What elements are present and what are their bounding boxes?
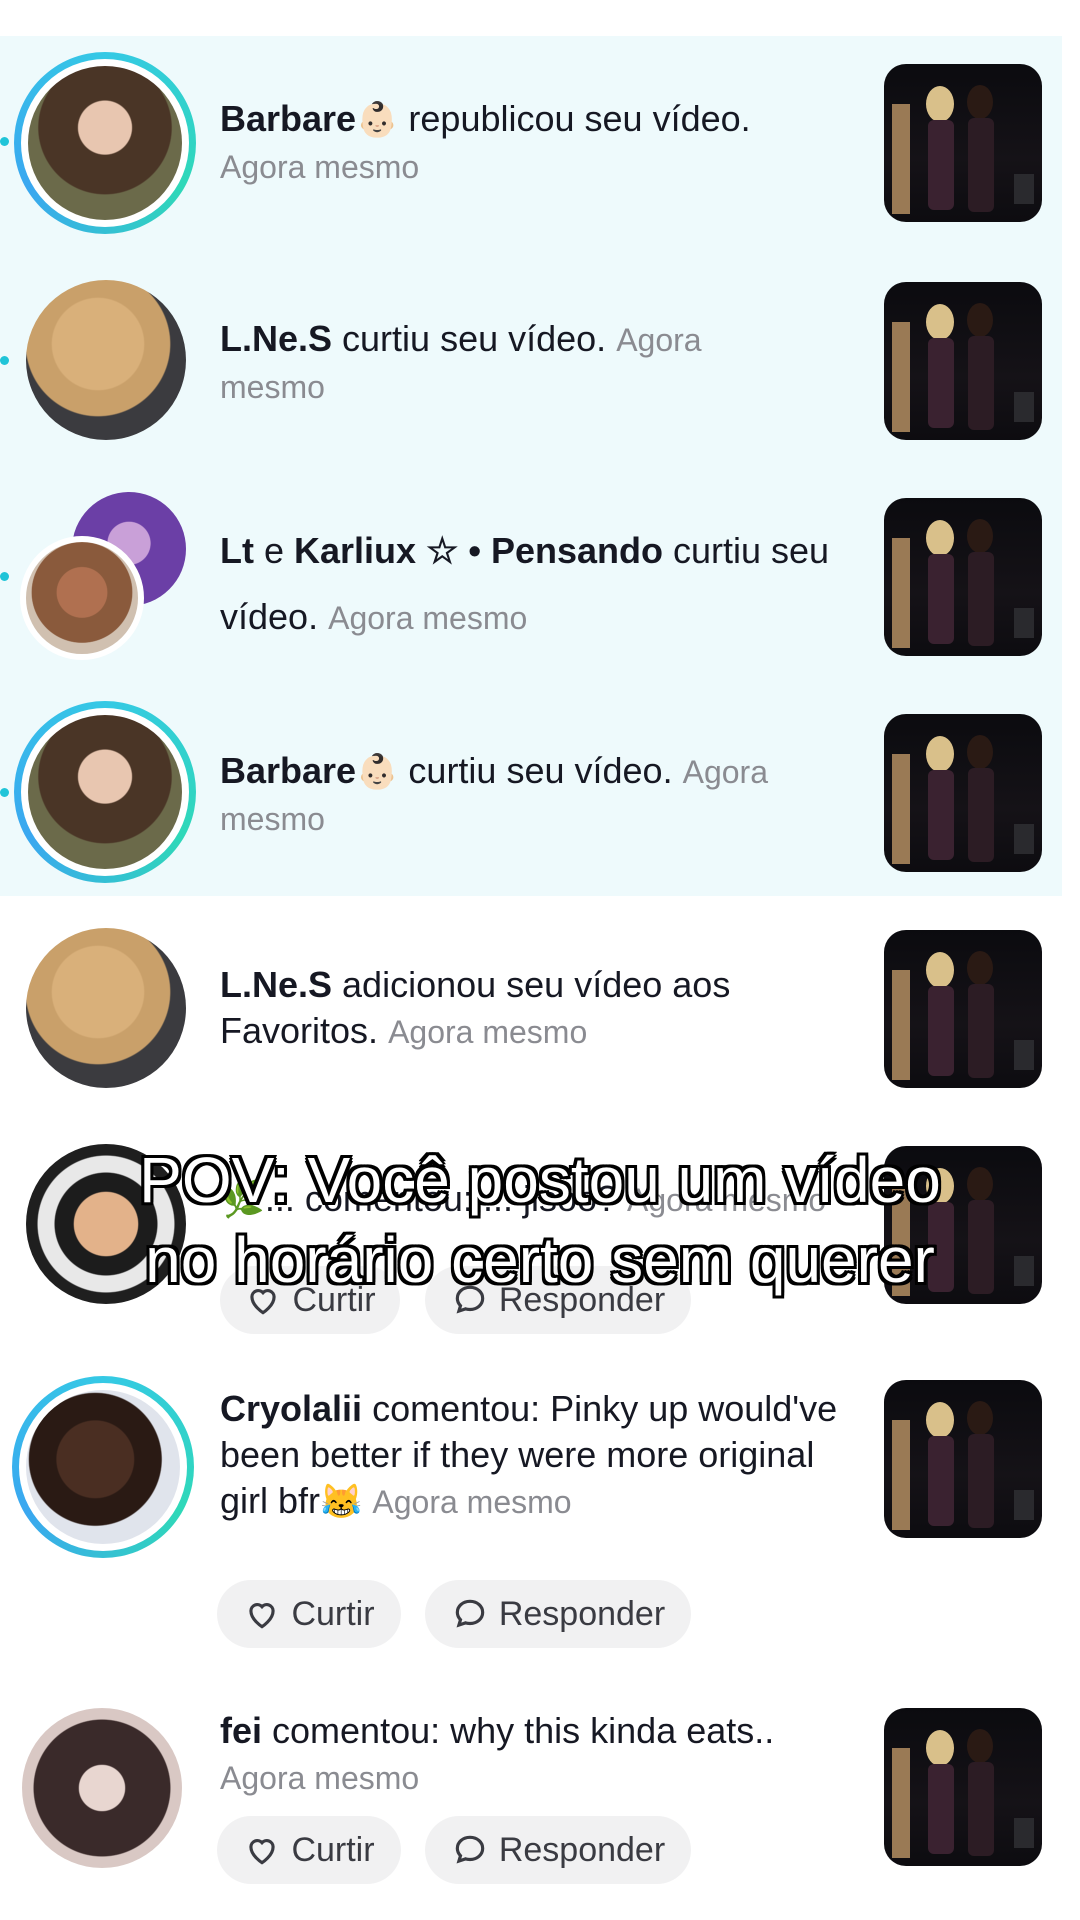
story-ring[interactable] [14,701,196,883]
avatar[interactable] [26,928,186,1088]
timestamp: Agora mesmo [372,1484,572,1520]
avatar[interactable] [28,715,182,869]
video-thumbnail[interactable] [884,282,1042,440]
video-thumbnail[interactable] [884,1708,1042,1866]
avatar[interactable] [20,536,144,660]
avatar[interactable] [28,66,182,220]
video-thumbnail[interactable] [884,1380,1042,1538]
reply-button[interactable]: Responder [425,1580,691,1648]
comment-bubble-icon [455,1599,485,1628]
like-button[interactable]: Curtir [217,1816,401,1884]
reply-label: Responder [498,1830,666,1869]
username[interactable]: L.Ne.S [220,964,332,1005]
notification-text: Cryolalii comentou: Pinky up would've be… [220,1386,860,1525]
story-ring[interactable] [12,1376,194,1558]
reply-button[interactable]: Responder [425,1816,691,1884]
video-thumbnail[interactable] [884,498,1042,656]
timestamp: Agora mesmo [220,149,420,185]
notification-text: L.Ne.S curtiu seu vídeo. Agora mesmo [220,316,780,410]
like-label: Curtir [291,1594,375,1633]
unread-dot [0,788,9,797]
timestamp: Agora mesmo [220,1760,420,1796]
notification-text: Lt e Karliux ☆ • Pensando curtiu seu víd… [220,518,840,651]
unread-dot [0,572,9,581]
action-text: curtiu seu vídeo. [398,750,673,791]
username[interactable]: Barbare [220,98,356,139]
username[interactable]: L.Ne.S [220,318,332,359]
emoji: 😹 [320,1483,363,1521]
caption-line-2: no horário certo sem querer [145,1224,935,1296]
action-text: comentou: why this kinda eats.. [262,1710,775,1751]
heart-icon [249,1839,276,1865]
comment-bubble-icon [455,1835,485,1864]
username[interactable]: fei [220,1710,262,1751]
caption-line-1: POV: Você postou um vídeo [139,1144,941,1216]
avatar[interactable] [22,1708,182,1868]
like-label: Curtir [291,1830,375,1869]
unread-dot [0,137,9,146]
video-thumbnail[interactable] [884,930,1042,1088]
username-2[interactable]: Karliux ☆ • Pensando [294,530,663,571]
notification-text: L.Ne.S adicionou seu vídeo aos Favoritos… [220,962,860,1055]
conjunction: e [253,530,295,571]
username[interactable]: Lt [220,530,254,571]
avatar[interactable] [26,280,186,440]
avatar[interactable] [26,1390,180,1544]
notification-text: fei comentou: why this kinda eats.. Agor… [220,1708,800,1801]
notification-item[interactable]: Lt e Karliux ☆ • Pensando curtiu seu víd… [0,468,1080,684]
notification-item[interactable]: Barbare👶🏻 curtiu seu vídeo. Agora mesmo [0,684,1080,900]
like-button[interactable]: Curtir [217,1580,401,1648]
action-text: republicou seu vídeo. [398,98,751,139]
notification-text: Barbare👶🏻 republicou seu vídeo. Agora me… [220,96,751,190]
story-ring[interactable] [14,52,196,234]
video-thumbnail[interactable] [884,64,1042,222]
notification-item[interactable]: fei comentou: why this kinda eats.. Agor… [0,1680,1080,1920]
timestamp: Agora mesmo [388,1014,588,1050]
username[interactable]: Barbare [220,750,356,791]
video-thumbnail[interactable] [884,714,1042,872]
notification-item[interactable]: Cryolalii comentou: Pinky up would've be… [0,1356,1080,1680]
notification-item[interactable]: Barbare👶🏻 republicou seu vídeo. Agora me… [0,36,1080,252]
notification-text: Barbare👶🏻 curtiu seu vídeo. Agora mesmo [220,748,860,842]
badge-emoji: 👶🏻 [356,101,399,139]
timestamp: Agora mesmo [328,600,528,636]
heart-icon [249,1603,276,1629]
unread-dot [0,356,9,365]
notification-item[interactable]: L.Ne.S adicionou seu vídeo aos Favoritos… [0,900,1080,1116]
reply-label: Responder [498,1594,666,1633]
notification-item[interactable]: L.Ne.S curtiu seu vídeo. Agora mesmo [0,252,1080,468]
username[interactable]: Cryolalii [220,1388,362,1429]
badge-emoji: 👶🏻 [356,753,399,791]
action-text: curtiu seu vídeo. [332,318,607,359]
